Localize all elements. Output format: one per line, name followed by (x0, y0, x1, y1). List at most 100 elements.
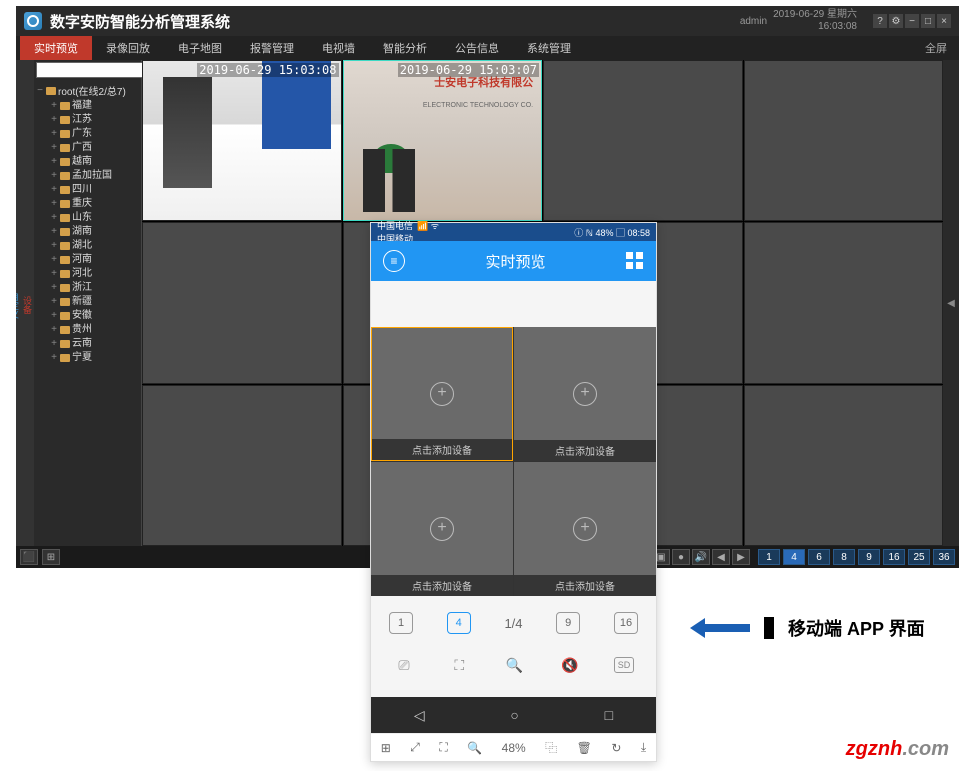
tree-item[interactable]: +河南 (36, 253, 139, 267)
expand-icon[interactable]: + (50, 99, 58, 113)
expand-icon[interactable]: + (50, 113, 58, 127)
tree-item[interactable]: +贵州 (36, 323, 139, 337)
tree-item[interactable]: +福建 (36, 99, 139, 113)
video-cell-4[interactable] (744, 60, 944, 221)
mobile-cell-1[interactable]: 点击添加设备 (371, 327, 513, 461)
expand-icon[interactable]: + (50, 155, 58, 169)
tree-item[interactable]: +浙江 (36, 281, 139, 295)
expand-icon[interactable]: + (50, 239, 58, 253)
tree-item[interactable]: +湖南 (36, 225, 139, 239)
zoom-icon[interactable]: 🔍 (504, 654, 526, 676)
mobile-cell-4[interactable]: 点击添加设备 (514, 462, 656, 596)
tree-item[interactable]: +广西 (36, 141, 139, 155)
expand-icon[interactable]: + (50, 197, 58, 211)
video-cell-5[interactable] (142, 222, 342, 383)
expand-icon[interactable]: + (50, 141, 58, 155)
bb-button-2[interactable]: ⊞ (42, 549, 60, 565)
collapse-icon[interactable]: − (36, 85, 44, 96)
mobile-layout-4[interactable]: 4 (447, 612, 471, 634)
foot-expand-icon[interactable]: ⤢ (410, 740, 420, 755)
record-button[interactable]: ● (672, 549, 690, 565)
help-button[interactable]: ? (873, 14, 887, 28)
menu-tab-4[interactable]: 电视墙 (308, 36, 369, 60)
rail-item-1[interactable]: 自定义 (16, 292, 21, 319)
maximize-button[interactable]: □ (921, 14, 935, 28)
tree-item[interactable]: +河北 (36, 267, 139, 281)
expand-icon[interactable]: + (50, 267, 58, 281)
menu-tab-0[interactable]: 实时预览 (20, 36, 92, 60)
layout-tab-36[interactable]: 36 (933, 549, 955, 565)
tree-item[interactable]: +江苏 (36, 113, 139, 127)
layout-tab-1[interactable]: 1 (758, 549, 780, 565)
layout-tab-25[interactable]: 25 (908, 549, 930, 565)
foot-rotate-icon[interactable]: ↻ (611, 741, 621, 755)
rail-item-0[interactable]: 设备 (21, 296, 34, 314)
foot-delete-icon[interactable]: 🗑 (577, 741, 592, 755)
layout-tab-6[interactable]: 6 (808, 549, 830, 565)
next-button[interactable]: ▶ (732, 549, 750, 565)
foot-zoom-icon[interactable]: 🔍 (467, 741, 482, 755)
expand-icon[interactable]: + (50, 309, 58, 323)
layout-tab-16[interactable]: 16 (883, 549, 905, 565)
menu-icon[interactable]: ≡ (383, 250, 405, 272)
fullscreen-button[interactable]: 全屏 (917, 40, 955, 56)
foot-copy-icon[interactable]: ⿻ (545, 739, 557, 756)
close-stream-icon[interactable]: ⎚ (393, 654, 415, 676)
expand-icon[interactable]: + (50, 169, 58, 183)
audio-button[interactable]: 🔊 (692, 549, 710, 565)
home-button[interactable]: ○ (510, 707, 518, 723)
mobile-layout-9[interactable]: 9 (556, 612, 580, 634)
expand-icon[interactable]: + (50, 225, 58, 239)
video-cell-1[interactable]: 2019-06-29 15:03:08 (142, 60, 342, 221)
layout-icon[interactable] (626, 252, 644, 270)
expand-icon[interactable]: + (50, 323, 58, 337)
expand-icon[interactable]: + (50, 127, 58, 141)
foot-fit-icon[interactable]: ⛶ (439, 740, 447, 755)
menu-tab-1[interactable]: 录像回放 (92, 36, 164, 60)
foot-grid-icon[interactable]: ⊞ (381, 741, 391, 755)
tree-item[interactable]: +四川 (36, 183, 139, 197)
video-cell-9[interactable] (142, 385, 342, 546)
menu-tab-7[interactable]: 系统管理 (513, 36, 585, 60)
expand-icon[interactable]: + (50, 211, 58, 225)
fullscreen-icon[interactable]: ⛶ (448, 654, 470, 676)
sd-icon[interactable]: SD (614, 657, 634, 673)
back-button[interactable]: ◁ (414, 707, 425, 724)
mute-icon[interactable]: 🔇 (559, 654, 581, 676)
tree-root[interactable]: − root(在线2/总7) (36, 82, 139, 99)
mobile-cell-2[interactable]: 点击添加设备 (514, 327, 656, 461)
video-cell-8[interactable] (744, 222, 944, 383)
expand-icon[interactable]: + (50, 337, 58, 351)
menu-tab-3[interactable]: 报警管理 (236, 36, 308, 60)
menu-tab-5[interactable]: 智能分析 (369, 36, 441, 60)
expand-icon[interactable]: + (50, 295, 58, 309)
layout-tab-4[interactable]: 4 (783, 549, 805, 565)
expand-icon[interactable]: + (50, 183, 58, 197)
minimize-button[interactable]: − (905, 14, 919, 28)
menu-tab-6[interactable]: 公告信息 (441, 36, 513, 60)
tree-item[interactable]: +湖北 (36, 239, 139, 253)
tree-item[interactable]: +安徽 (36, 309, 139, 323)
tree-item[interactable]: +孟加拉国 (36, 169, 139, 183)
mobile-layout-1[interactable]: 1 (389, 612, 413, 634)
tree-item[interactable]: +重庆 (36, 197, 139, 211)
video-cell-3[interactable] (543, 60, 743, 221)
tree-item[interactable]: +云南 (36, 337, 139, 351)
tree-item[interactable]: +新疆 (36, 295, 139, 309)
tree-item[interactable]: +越南 (36, 155, 139, 169)
settings-button[interactable]: ⚙ (889, 14, 903, 28)
expand-icon[interactable]: + (50, 281, 58, 295)
tree-item[interactable]: +宁夏 (36, 351, 139, 365)
mobile-cell-3[interactable]: 点击添加设备 (371, 462, 513, 596)
expand-icon[interactable]: + (50, 351, 58, 365)
foot-download-icon[interactable]: ⤓ (641, 740, 646, 755)
menu-tab-2[interactable]: 电子地图 (164, 36, 236, 60)
bb-button-1[interactable]: ⬛ (20, 549, 38, 565)
prev-button[interactable]: ◀ (712, 549, 730, 565)
close-button[interactable]: × (937, 14, 951, 28)
video-cell-12[interactable] (744, 385, 944, 546)
mobile-layout-16[interactable]: 16 (614, 612, 638, 634)
tree-item[interactable]: +广东 (36, 127, 139, 141)
video-cell-2[interactable]: 士安电子科技有限公 ELECTRONIC TECHNOLOGY CO. 2019… (343, 60, 543, 221)
tree-item[interactable]: +山东 (36, 211, 139, 225)
